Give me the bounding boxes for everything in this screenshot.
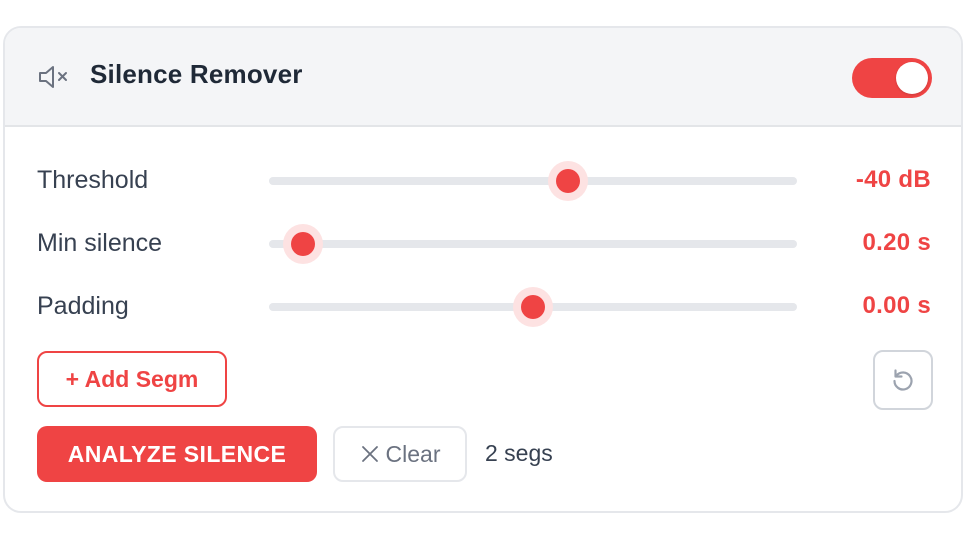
segment-count: 2 segs: [485, 440, 553, 466]
padding-label: Padding: [37, 292, 129, 320]
threshold-row: Threshold -40 dB: [5, 160, 961, 201]
enable-toggle[interactable]: [852, 58, 932, 98]
min-silence-slider-thumb[interactable]: [282, 224, 323, 264]
padding-value: 0.00 s: [862, 292, 931, 319]
toggle-knob: [896, 62, 928, 94]
reset-icon: [893, 369, 913, 391]
min-silence-row: Min silence 0.20 s: [5, 223, 961, 264]
threshold-slider-thumb[interactable]: [547, 161, 588, 201]
threshold-value: -40 dB: [855, 166, 931, 193]
silence-remover-panel: Silence Remover Threshold -40 dB Min sil…: [3, 26, 963, 513]
min-silence-label: Min silence: [37, 229, 163, 257]
min-silence-slider[interactable]: [269, 224, 797, 264]
reset-button[interactable]: [873, 350, 933, 410]
close-icon: [361, 446, 378, 462]
threshold-slider[interactable]: [269, 161, 797, 201]
clear-button[interactable]: Clear: [333, 426, 467, 482]
clear-button-label: Clear: [385, 440, 441, 467]
speaker-muted-icon: [39, 66, 67, 88]
threshold-label: Threshold: [37, 166, 149, 194]
panel-title: Silence Remover: [90, 59, 303, 89]
padding-row: Padding 0.00 s: [5, 286, 961, 327]
analyze-silence-button[interactable]: ANALYZE SILENCE: [37, 426, 317, 482]
padding-slider-thumb[interactable]: [513, 287, 553, 327]
padding-slider[interactable]: [269, 287, 797, 327]
panel-header: Silence Remover: [5, 28, 961, 127]
min-silence-value: 0.20 s: [862, 229, 931, 256]
add-segment-button[interactable]: + Add Segm: [37, 351, 227, 407]
